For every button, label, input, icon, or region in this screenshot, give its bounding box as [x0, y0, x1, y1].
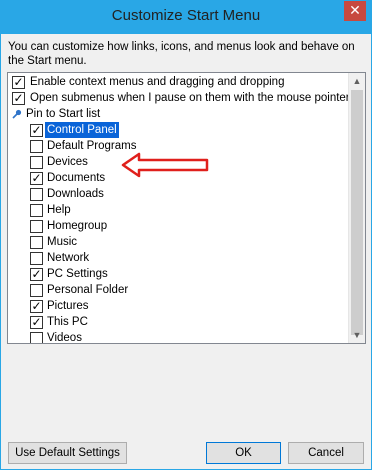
pin-item-label: Documents	[47, 172, 106, 184]
ok-button[interactable]: OK	[206, 442, 281, 464]
pin-item-label: PC Settings	[47, 268, 108, 280]
music-checkbox[interactable]	[30, 236, 43, 249]
option-label: Enable context menus and dragging and dr…	[30, 76, 285, 88]
checkmark-icon: ✓	[31, 123, 42, 137]
scroll-up-icon[interactable]: ▲	[349, 73, 365, 89]
default-programs-checkbox[interactable]	[30, 140, 43, 153]
homegroup-checkbox[interactable]	[30, 220, 43, 233]
videos-checkbox[interactable]	[30, 332, 43, 343]
checkmark-icon: ✓	[13, 75, 24, 89]
pin-item-label: This PC	[47, 316, 88, 328]
network-checkbox[interactable]	[30, 252, 43, 265]
open-submenus-checkbox[interactable]: ✓	[12, 91, 25, 105]
title-bar[interactable]: Customize Start Menu ✕	[0, 0, 372, 34]
pc-settings-checkbox[interactable]: ✓	[30, 267, 43, 281]
scrollbar-thumb[interactable]	[351, 90, 363, 335]
option-label: Open submenus when I pause on them with …	[30, 92, 350, 104]
close-button[interactable]: ✕	[344, 1, 366, 21]
pin-item-label: Downloads	[47, 188, 104, 200]
settings-listbox[interactable]: ✓ Enable context menus and dragging and …	[7, 72, 366, 344]
red-arrow-icon	[121, 152, 209, 178]
pin-item-label: Videos	[47, 332, 82, 344]
context-menus-checkbox[interactable]: ✓	[12, 75, 25, 89]
pin-item-label: Network	[47, 252, 90, 264]
control-panel-checkbox[interactable]: ✓	[30, 123, 43, 137]
devices-checkbox[interactable]	[30, 156, 43, 169]
pin-item-label: Personal Folder	[47, 284, 129, 296]
help-checkbox[interactable]	[30, 204, 43, 217]
use-default-settings-button[interactable]: Use Default Settings	[8, 442, 127, 464]
vertical-scrollbar[interactable]: ▲ ▼	[348, 73, 365, 343]
cancel-button[interactable]: Cancel	[288, 442, 364, 464]
pin-item-label: Music	[47, 236, 78, 248]
dialog-title: Customize Start Menu	[111, 7, 261, 24]
pin-item-label: Help	[47, 204, 71, 216]
pictures-checkbox[interactable]: ✓	[30, 299, 43, 313]
pin-item-label: Homegroup	[47, 220, 108, 232]
customize-start-menu-dialog: Customize Start Menu ✕ You can customize…	[0, 0, 372, 470]
checkmark-icon: ✓	[31, 315, 42, 329]
scroll-down-icon[interactable]: ▼	[349, 327, 365, 343]
description-text: You can customize how links, icons, and …	[8, 41, 355, 67]
pin-item-label: Devices	[47, 156, 88, 168]
pin-icon	[12, 109, 22, 119]
personal-folder-checkbox[interactable]	[30, 284, 43, 297]
downloads-checkbox[interactable]	[30, 188, 43, 201]
checkmark-icon: ✓	[13, 91, 24, 105]
documents-checkbox[interactable]: ✓	[30, 171, 43, 185]
dialog-body: You can customize how links, icons, and …	[1, 34, 371, 469]
checkmark-icon: ✓	[31, 171, 42, 185]
checkmark-icon: ✓	[31, 299, 42, 313]
this-pc-checkbox[interactable]: ✓	[30, 315, 43, 329]
checkmark-icon: ✓	[31, 267, 42, 281]
pin-section-label: Pin to Start list	[26, 108, 101, 120]
pin-item-label: Control Panel	[44, 121, 120, 139]
pin-item-label: Pictures	[47, 300, 89, 312]
